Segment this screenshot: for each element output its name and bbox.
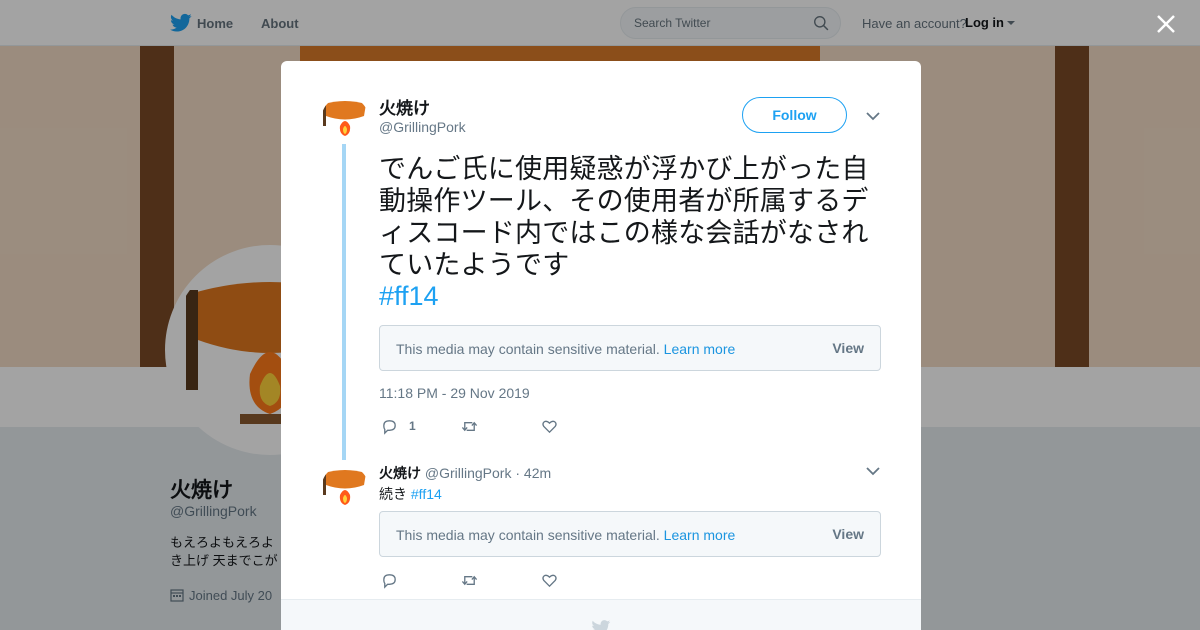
tweet-age[interactable]: · 42m [515, 465, 551, 481]
view-media-button[interactable]: View [832, 526, 864, 542]
tweet-header: 火焼け @GrillingPork · 42m [379, 463, 551, 483]
reply-count: 1 [409, 419, 416, 433]
reply-icon [383, 420, 396, 435]
sensitive-text: This media may contain sensitive materia… [396, 527, 660, 543]
tweet-author-name[interactable]: 火焼け [379, 465, 421, 481]
twitter-bird-icon [592, 620, 611, 630]
tweet-timestamp[interactable]: 11:18 PM - 29 Nov 2019 [379, 385, 530, 401]
chevron-down-icon[interactable] [866, 111, 880, 121]
close-icon[interactable] [1153, 11, 1179, 37]
reply-button[interactable]: 1 [381, 418, 416, 436]
sensitive-notice: This media may contain sensitive materia… [396, 527, 735, 543]
thread-connector [342, 144, 346, 460]
hashtag-link[interactable]: #ff14 [379, 281, 439, 312]
tweet-text: 続き #ff14 [379, 484, 442, 504]
avatar[interactable] [321, 465, 369, 513]
sensitive-media-warning: This media may contain sensitive materia… [379, 511, 881, 557]
reply-icon [383, 574, 396, 589]
tweet-text: でんご氏に使用疑惑が浮かび上がった自動操作ツール、その使用者が所属するディスコー… [379, 154, 869, 280]
modal-footer [281, 599, 921, 630]
avatar[interactable] [321, 96, 369, 144]
tweet-author-handle[interactable]: @GrillingPork [379, 119, 466, 135]
like-button[interactable] [541, 418, 558, 436]
follow-button[interactable]: Follow [742, 97, 847, 133]
chevron-down-icon[interactable] [866, 466, 880, 476]
learn-more-link[interactable]: Learn more [664, 527, 736, 543]
retweet-button[interactable] [461, 418, 478, 436]
retweet-icon [461, 421, 478, 432]
learn-more-link[interactable]: Learn more [664, 341, 736, 357]
hashtag-link[interactable]: #ff14 [411, 486, 442, 502]
sensitive-text: This media may contain sensitive materia… [396, 341, 660, 357]
heart-icon [542, 420, 557, 434]
tweet-author-handle[interactable]: @GrillingPork [425, 465, 512, 481]
retweet-button[interactable] [461, 572, 478, 590]
reply-button[interactable] [381, 572, 398, 590]
heart-icon [542, 574, 557, 588]
retweet-icon [461, 575, 478, 586]
tweet-author-name[interactable]: 火焼け [379, 94, 430, 119]
sensitive-notice: This media may contain sensitive materia… [396, 341, 735, 357]
like-button[interactable] [541, 572, 558, 590]
tweet-permalink-modal: 火焼け @GrillingPork Follow でんご氏に使用疑惑が浮かび上が… [281, 61, 921, 630]
tweet-text-body: 続き [379, 486, 407, 502]
view-media-button[interactable]: View [832, 340, 864, 356]
sensitive-media-warning: This media may contain sensitive materia… [379, 325, 881, 371]
